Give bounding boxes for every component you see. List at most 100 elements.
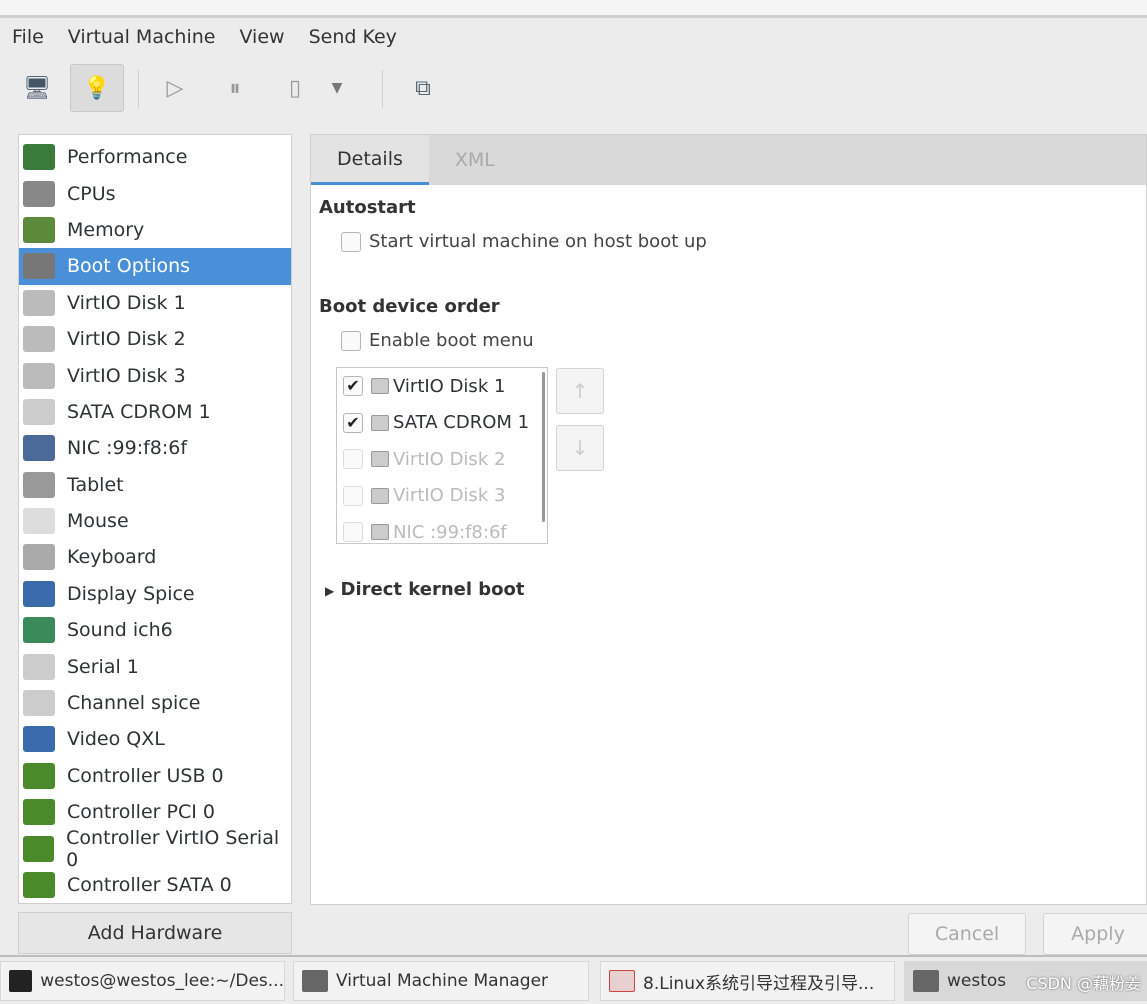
- task-label: westos@westos_lee:~/Des...: [40, 971, 284, 991]
- boot-device-label: VirtIO Disk 2: [393, 448, 506, 470]
- sidebar-item-video-qxl[interactable]: Video QXL: [19, 721, 291, 757]
- boot-device-item[interactable]: NIC :99:f8:6f: [337, 514, 547, 543]
- sidebar-item-label: Controller VirtIO Serial 0: [66, 826, 280, 871]
- menu-send-key[interactable]: Send Key: [297, 22, 409, 56]
- sidebar-item-sound-ich6[interactable]: Sound ich6: [19, 612, 291, 648]
- hardware-list[interactable]: Performance CPUs Memory Boot Options VirtIO …: [18, 134, 292, 904]
- dropdown-icon[interactable]: ▼: [322, 64, 352, 112]
- device-icon: [371, 414, 389, 431]
- checkbox[interactable]: [343, 522, 363, 543]
- sidebar-item-controller-usb-0[interactable]: Controller USB 0: [19, 758, 291, 794]
- device-icon: [371, 378, 389, 395]
- task-label: 8.Linux系统引导过程及引导...: [643, 973, 875, 994]
- sidebar-item-performance[interactable]: Performance: [19, 139, 291, 175]
- checkbox[interactable]: [343, 485, 363, 506]
- boot-device-item[interactable]: ✔ VirtIO Disk 1: [337, 368, 547, 405]
- sidebar-item-memory[interactable]: Memory: [19, 212, 291, 248]
- boot-device-label: NIC :99:f8:6f: [393, 521, 507, 543]
- disk-icon: [23, 362, 55, 389]
- sidebar-item-tablet[interactable]: Tablet: [19, 467, 291, 503]
- sidebar-item-controller-pci-0[interactable]: Controller PCI 0: [19, 794, 291, 830]
- task-terminal[interactable]: westos@westos_lee:~/Des...: [0, 961, 285, 1001]
- sidebar-item-nic-99-f8-6f[interactable]: NIC :99:f8:6f: [19, 430, 291, 466]
- sidebar-item-display-spice[interactable]: Display Spice: [19, 576, 291, 612]
- sidebar-item-label: Keyboard: [67, 546, 157, 569]
- sidebar-item-serial-1[interactable]: Serial 1: [19, 648, 291, 684]
- device-icon: [371, 451, 389, 468]
- sidebar-item-virtio-disk-2[interactable]: VirtIO Disk 2: [19, 321, 291, 357]
- performance-icon: [23, 144, 55, 171]
- sidebar-item-label: Memory: [67, 218, 145, 241]
- menu-file[interactable]: File: [0, 22, 56, 56]
- separator: [382, 70, 383, 108]
- sidebar-item-sata-cdrom-1[interactable]: SATA CDROM 1: [19, 394, 291, 430]
- boot-device-label: VirtIO Disk 1: [393, 375, 506, 397]
- mouse-icon: [23, 508, 55, 535]
- memory-icon: [23, 216, 55, 243]
- sidebar-item-label: VirtIO Disk 3: [67, 364, 186, 387]
- cpu-icon: [23, 180, 55, 207]
- sidebar-item-virtio-disk-3[interactable]: VirtIO Disk 3: [19, 357, 291, 393]
- tab-details[interactable]: Details: [311, 135, 429, 185]
- disk-icon: [23, 326, 55, 353]
- play-icon[interactable]: ▷: [148, 64, 202, 112]
- sidebar-item-controller-virtio-serial-0[interactable]: Controller VirtIO Serial 0: [19, 827, 291, 871]
- pause-icon[interactable]: ⏸: [208, 64, 262, 112]
- screens-icon[interactable]: ⧉: [396, 64, 450, 112]
- checkbox[interactable]: [341, 232, 361, 252]
- boot-menu-label: Enable boot menu: [369, 330, 534, 351]
- cdrom-icon: [23, 398, 55, 425]
- sidebar-item-label: Boot Options: [67, 255, 191, 278]
- separator: [138, 70, 139, 108]
- checkbox[interactable]: ✔: [343, 376, 363, 397]
- enable-boot-menu-checkbox[interactable]: Enable boot menu: [341, 330, 534, 351]
- sidebar-item-label: Serial 1: [67, 655, 139, 678]
- checkbox[interactable]: ✔: [343, 412, 363, 433]
- autostart-checkbox[interactable]: Start virtual machine on host boot up: [341, 231, 707, 252]
- device-icon: [371, 524, 389, 541]
- menu-virtual-machine[interactable]: Virtual Machine: [56, 22, 228, 56]
- sidebar-item-mouse[interactable]: Mouse: [19, 503, 291, 539]
- sidebar-item-label: Performance: [67, 146, 188, 169]
- apply-button[interactable]: Apply: [1043, 913, 1147, 955]
- add-hardware-button[interactable]: Add Hardware: [18, 912, 292, 954]
- details-panel: Details XML Autostart Start virtual mach…: [310, 134, 1147, 905]
- menubar: File Virtual Machine View Send Key: [0, 22, 409, 56]
- sidebar-item-keyboard[interactable]: Keyboard: [19, 539, 291, 575]
- sidebar-item-label: Tablet: [67, 473, 124, 496]
- boot-device-label: VirtIO Disk 3: [393, 485, 506, 507]
- sidebar-item-label: VirtIO Disk 1: [67, 291, 186, 314]
- sidebar-item-boot-options[interactable]: Boot Options: [19, 248, 291, 285]
- cancel-button[interactable]: Cancel: [908, 913, 1026, 955]
- device-icon: [371, 487, 389, 504]
- boot-device-item[interactable]: ✔ SATA CDROM 1: [337, 405, 547, 442]
- boot-device-item[interactable]: VirtIO Disk 2: [337, 441, 547, 478]
- task-document[interactable]: 8.Linux系统引导过程及引导...: [600, 961, 895, 1001]
- gears-icon: [23, 253, 55, 280]
- checkbox[interactable]: [343, 449, 363, 470]
- move-down-button[interactable]: ↓: [556, 425, 604, 471]
- sidebar-item-controller-sata-0[interactable]: Controller SATA 0: [19, 867, 291, 903]
- sidebar-item-channel-spice[interactable]: Channel spice: [19, 685, 291, 721]
- checkbox[interactable]: [341, 331, 361, 351]
- toolbar: 🖥 💡 ▷ ⏸ ▯ ▼ ⧉: [0, 60, 1147, 116]
- lightbulb-icon[interactable]: 💡: [70, 64, 124, 112]
- sidebar-item-label: CPUs: [67, 182, 116, 205]
- power-icon[interactable]: ▯: [268, 64, 322, 112]
- sidebar-item-cpus[interactable]: CPUs: [19, 175, 291, 211]
- window-titlebar: [0, 0, 1147, 18]
- direct-kernel-boot-expander[interactable]: ▶ Direct kernel boot: [325, 579, 525, 600]
- boot-device-item[interactable]: VirtIO Disk 3: [337, 478, 547, 515]
- controller-icon: [23, 872, 55, 898]
- sidebar-item-label: Controller SATA 0: [67, 874, 232, 896]
- monitor-icon[interactable]: 🖥: [10, 64, 64, 112]
- scrollbar[interactable]: [542, 372, 545, 522]
- menu-view[interactable]: View: [227, 22, 296, 56]
- task-vmm[interactable]: Virtual Machine Manager: [293, 961, 589, 1001]
- boot-device-list[interactable]: ✔ VirtIO Disk 1 ✔ SATA CDROM 1 VirtIO Disk 2…: [336, 367, 548, 544]
- sidebar-item-label: VirtIO Disk 2: [67, 328, 186, 351]
- tab-xml[interactable]: XML: [429, 135, 521, 185]
- sidebar-item-virtio-disk-1[interactable]: VirtIO Disk 1: [19, 285, 291, 321]
- move-up-button[interactable]: ↑: [556, 368, 604, 414]
- taskbar: westos@westos_lee:~/Des... Virtual Machi…: [0, 955, 1147, 1004]
